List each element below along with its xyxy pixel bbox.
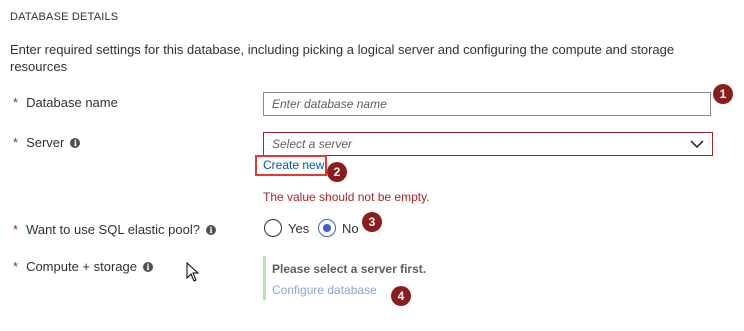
required-marker: * [13,259,19,274]
required-marker: * [13,222,19,237]
info-icon[interactable]: i [143,261,153,272]
server-label-text: Server [26,135,65,150]
compute-message: Please select a server first. [272,262,427,276]
required-marker: * [13,95,19,110]
server-select-placeholder: Select a server [272,137,353,151]
compute-storage-label-text: Compute + storage [26,259,137,274]
server-select[interactable]: Select a server [263,132,713,156]
elastic-pool-label-text: Want to use SQL elastic pool? [26,222,200,237]
database-name-input[interactable] [263,92,711,116]
chevron-down-icon [690,140,704,149]
annotation-badge-3: 3 [362,212,382,232]
server-error-message: The value should not be empty. [263,190,430,204]
configure-database-link[interactable]: Configure database [272,283,377,297]
database-name-label-text: Database name [26,95,118,110]
database-name-label: * Database name [13,95,118,110]
section-title: DATABASE DETAILS [10,11,119,23]
compute-storage-label: * Compute + storage i [13,259,153,274]
compute-accent-bar [263,256,266,300]
radio-yes[interactable] [264,219,282,237]
radio-no-label: No [342,220,359,236]
radio-yes-label: Yes [288,220,310,236]
elastic-pool-label: * Want to use SQL elastic pool? i [13,222,216,237]
required-marker: * [13,135,19,150]
create-new-link[interactable]: Create new [263,158,324,172]
annotation-badge-2: 2 [327,162,347,182]
server-label: * Server i [13,135,81,150]
section-description: Enter required settings for this databas… [10,42,675,74]
radio-no[interactable] [318,219,336,237]
info-icon[interactable]: i [70,137,81,148]
info-icon[interactable]: i [205,224,216,235]
elastic-pool-no-option[interactable]: No [318,219,359,237]
elastic-pool-yes-option[interactable]: Yes [264,219,309,237]
annotation-badge-1: 1 [713,84,733,104]
mouse-cursor-icon [186,262,200,282]
annotation-badge-4: 4 [391,286,411,306]
